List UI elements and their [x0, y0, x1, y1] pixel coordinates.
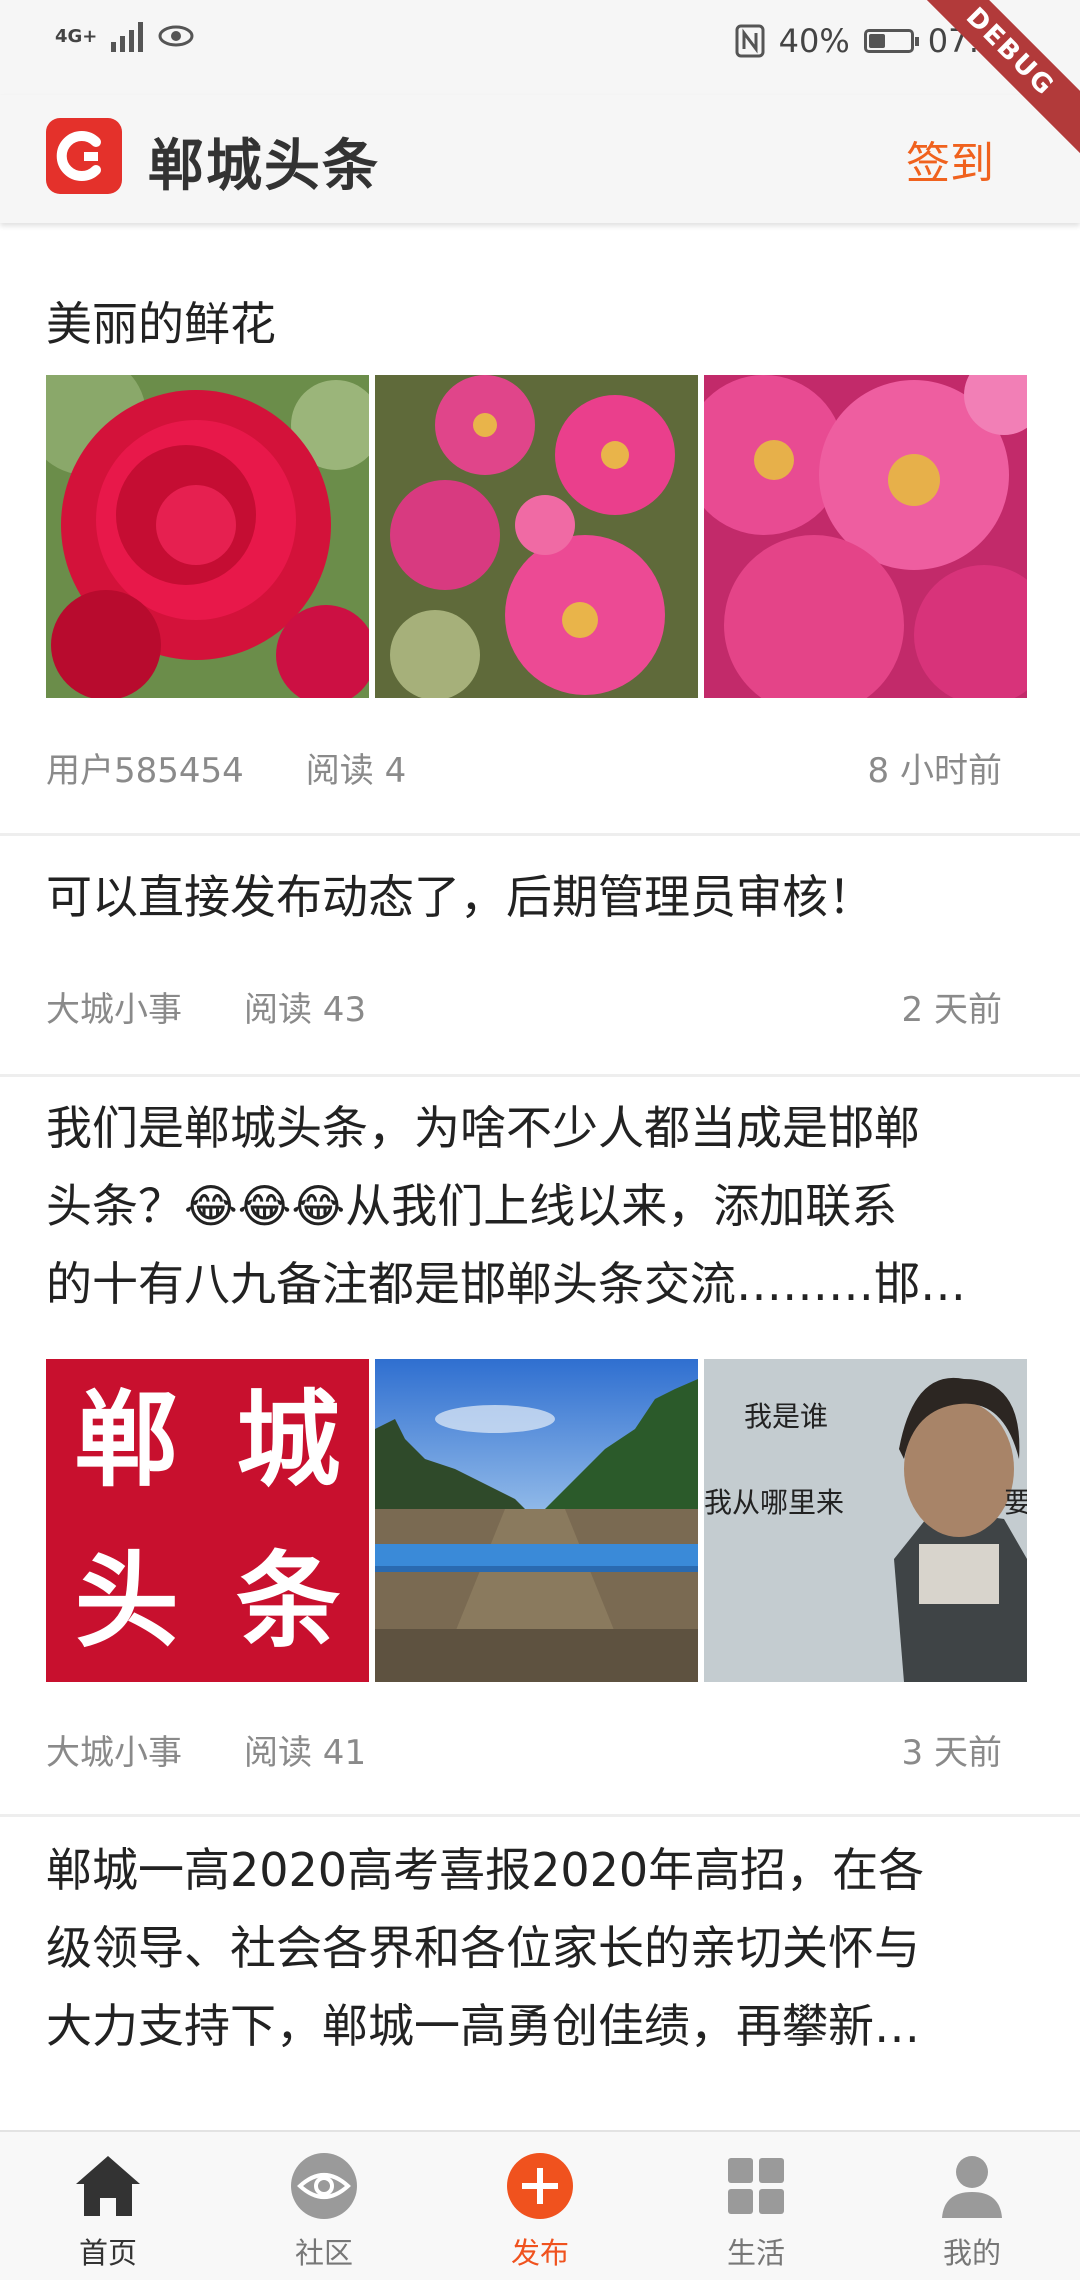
- battery-icon: [863, 29, 919, 53]
- post-reads: 阅读 4: [305, 751, 407, 791]
- app-screen: 4G+ 40% 07:46 DEBUG: [0, 0, 1080, 2280]
- post-time: 3 天前: [901, 1733, 1002, 1773]
- feed-item[interactable]: 可以直接发布动态了，后期管理员审核！ 大城小事 阅读 43 2 天前: [0, 836, 1080, 1077]
- logo-image-text: 郸 城 头 条: [46, 1359, 369, 1682]
- post-title[interactable]: 可以直接发布动态了，后期管理员审核！: [46, 858, 874, 936]
- eye-status-icon: [158, 25, 194, 47]
- post-title-line: 大力支持下，郸城一高勇创佳绩，再攀新…: [46, 1999, 920, 2053]
- post-author[interactable]: 用户585454: [46, 743, 244, 792]
- river-photo[interactable]: [375, 1359, 698, 1682]
- post-author[interactable]: 大城小事: [46, 982, 182, 1031]
- plus-icon: [507, 2153, 573, 2219]
- battery-percent: 40%: [778, 22, 850, 60]
- home-icon: [76, 2156, 140, 2216]
- checkin-button[interactable]: 签到: [906, 127, 994, 191]
- signal-icon: [111, 20, 144, 52]
- app-title: 郸城头条: [148, 134, 380, 199]
- network-type: 4G+: [55, 25, 98, 47]
- pink-roses-image[interactable]: [704, 375, 1027, 698]
- grid-icon: [728, 2158, 784, 2214]
- nfc-icon: [735, 24, 765, 58]
- nav-label: 生活: [726, 2236, 785, 2270]
- app-logo: [46, 118, 122, 194]
- nav-label: 社区: [294, 2236, 353, 2270]
- nav-mine[interactable]: 我的: [864, 2132, 1080, 2280]
- post-title-line: 郸城一高2020高考喜报2020年高招，在各: [46, 1843, 925, 1897]
- meme-text-2: 我从哪里来: [704, 1486, 845, 1519]
- post-title[interactable]: 美丽的鲜花: [46, 285, 276, 363]
- nav-life[interactable]: 生活: [648, 2132, 864, 2280]
- person-icon: [942, 2156, 1002, 2218]
- logo-char: 郸: [74, 1377, 179, 1501]
- post-title[interactable]: 我们是郸城头条，为啥不少人都当成是邯郸 头条？😂😂😂从我们上线以来，添加联系 的…: [46, 1089, 966, 1323]
- post-title-line: 级领导、社会各界和各位家长的亲切关怀与: [46, 1921, 920, 1975]
- post-images: 郸 城 头 条 我是谁 我从哪里来 要: [46, 1359, 1027, 1682]
- feed-item[interactable]: 美丽的鲜花 用户585454 阅读 4 8 小时前: [0, 223, 1080, 836]
- app-logo-image[interactable]: 郸 城 头 条: [46, 1359, 369, 1682]
- nav-label: 发布: [510, 2236, 569, 2270]
- feed-item[interactable]: 我们是郸城头条，为啥不少人都当成是邯郸 头条？😂😂😂从我们上线以来，添加联系 的…: [0, 1077, 1080, 1817]
- nav-community[interactable]: 社区: [216, 2132, 432, 2280]
- news-feed[interactable]: 美丽的鲜花 用户585454 阅读 4 8 小时前 可以直接发布动态了，后期管理…: [0, 223, 1080, 2117]
- logo-char: 头: [74, 1539, 179, 1663]
- status-left: 4G+: [55, 20, 195, 52]
- post-reads: 阅读 41: [244, 1733, 367, 1773]
- c-logo-icon: [56, 131, 101, 181]
- post-title-line: 头条？😂😂😂从我们上线以来，添加联系: [46, 1179, 898, 1233]
- nav-publish[interactable]: 发布: [432, 2132, 648, 2280]
- post-time: 2 天前: [901, 990, 1002, 1030]
- post-meta: 大城小事 阅读 41 3 天前: [46, 1725, 1002, 1774]
- post-time: 8 小时前: [867, 751, 1002, 791]
- nav-label: 我的: [942, 2236, 1001, 2270]
- post-images: [46, 375, 1027, 698]
- bottom-nav: 首页 社区 发布 生活 我的: [0, 2130, 1080, 2280]
- nav-home[interactable]: 首页: [0, 2132, 216, 2280]
- post-title-line: 的十有八九备注都是邯郸头条交流………邯…: [46, 1257, 966, 1311]
- app-bar: 郸城头条 签到: [0, 95, 1080, 223]
- logo-char: 条: [236, 1539, 341, 1663]
- meme-text-3: 要: [1004, 1486, 1027, 1519]
- post-reads: 阅读 43: [244, 990, 367, 1030]
- nav-label: 首页: [78, 2236, 137, 2270]
- post-meta: 用户585454 阅读 4 8 小时前: [46, 743, 1002, 792]
- post-author[interactable]: 大城小事: [46, 1725, 182, 1774]
- post-meta: 大城小事 阅读 43 2 天前: [46, 982, 1002, 1031]
- pink-flowers-image[interactable]: [375, 375, 698, 698]
- meme-image[interactable]: 我是谁 我从哪里来 要: [704, 1359, 1027, 1682]
- eye-icon: [291, 2153, 357, 2219]
- post-title[interactable]: 郸城一高2020高考喜报2020年高招，在各 级领导、社会各界和各位家长的亲切关…: [46, 1831, 924, 2065]
- red-rose-image[interactable]: [46, 375, 369, 698]
- meme-text-1: 我是谁: [744, 1400, 829, 1433]
- status-bar: 4G+ 40% 07:46 DEBUG: [0, 0, 1080, 160]
- feed-item[interactable]: 郸城一高2020高考喜报2020年高招，在各 级领导、社会各界和各位家长的亲切关…: [0, 1817, 1080, 2117]
- post-title-line: 我们是郸城头条，为啥不少人都当成是邯郸: [46, 1101, 920, 1155]
- logo-char: 城: [236, 1377, 341, 1501]
